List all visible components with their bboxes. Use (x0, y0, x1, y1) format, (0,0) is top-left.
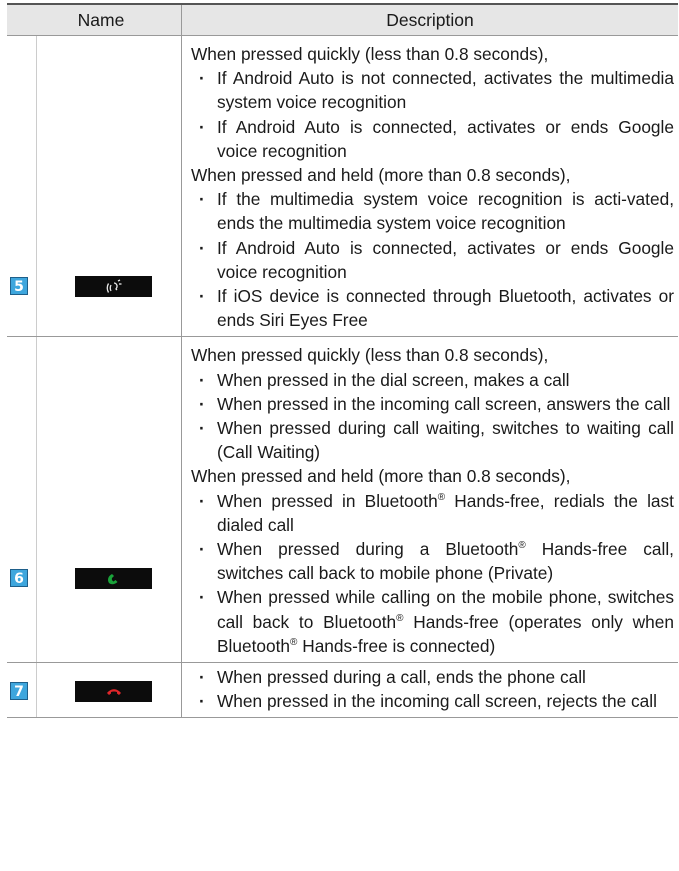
bullet-text: If Android Auto is connected, activates … (217, 116, 674, 161)
bullet-item: · If the multimedia system voice recognit… (191, 187, 678, 235)
table-header: Name Description (7, 5, 678, 36)
bullet-item: · If iOS device is connected through Blue… (191, 284, 678, 332)
button-image-cell (36, 663, 182, 718)
bullet-text: When pressed during call waiting, switch… (217, 418, 674, 463)
call-answer-button-image (75, 568, 152, 590)
number-cell: 5 (7, 36, 36, 336)
header-name: Name (7, 5, 182, 35)
bullet-item: · If Android Auto is not connected, activ… (191, 66, 678, 114)
bullet-item: · When pressed in Bluetooth® Hands-free, … (191, 489, 678, 537)
bullet-item: · When pressed in the incoming call scree… (191, 392, 678, 416)
bullet-text: If Android Auto is connected, activates … (217, 237, 674, 282)
bullet-text: When pressed in the incoming call screen… (217, 393, 671, 414)
voice-recognition-button-image (75, 276, 152, 297)
item-number-badge: 5 (10, 277, 28, 295)
bullet-text: If iOS device is connected through Bluet… (217, 286, 674, 331)
table-row: 6 When pressed quickly (less than 0.8 sec… (7, 337, 678, 664)
bullet-text: If the multimedia system voice recogniti… (217, 189, 674, 234)
bullet-item: · When pressed during a call, ends the ph… (191, 665, 678, 689)
bullet-text: When pressed in the dial screen, makes a… (217, 369, 570, 390)
item-number-badge: 7 (10, 682, 28, 701)
item-number-badge: 6 (10, 569, 28, 588)
bullet-item: · If Android Auto is connected, activates… (191, 236, 678, 284)
call-end-icon (106, 686, 122, 698)
bullet-item: · When pressed during a Bluetooth® Hands-… (191, 537, 678, 585)
description-cell: When pressed quickly (less than 0.8 seco… (182, 36, 678, 336)
voice-recognition-icon (105, 278, 123, 295)
button-image-cell (36, 36, 182, 337)
bullet-text: When pressed while calling on the mobile… (217, 587, 674, 656)
steering-controls-table: Name Description 5 When pressed quickly (… (7, 3, 678, 719)
table-row: 7 · When pressed during a call, ends the p… (7, 663, 678, 719)
table-row: 5 When pressed quickly (less than 0.8 sec… (7, 36, 678, 338)
press-condition-text: When pressed quickly (less than 0.8 seco… (191, 44, 549, 64)
bullet-item: · When pressed during call waiting, switc… (191, 416, 678, 464)
number-cell: 7 (7, 663, 36, 717)
description-cell: When pressed quickly (less than 0.8 seco… (182, 337, 678, 662)
description-cell: · When pressed during a call, ends the ph… (182, 663, 678, 717)
bullet-text: When pressed in Bluetooth® Hands-free, r… (217, 490, 674, 535)
bullet-item: · When pressed in the incoming call scree… (191, 689, 678, 713)
call-end-button-image (75, 681, 152, 703)
bullet-item: · If Android Auto is connected, activates… (191, 115, 678, 163)
number-cell: 6 (7, 337, 36, 662)
bullet-text: When pressed during a Bluetooth® Hands-f… (217, 539, 674, 584)
press-condition-text: When pressed quickly (less than 0.8 seco… (191, 345, 549, 366)
call-answer-icon (106, 572, 122, 586)
bullet-text: If Android Auto is not connected, activa… (217, 68, 674, 113)
press-condition-text: When pressed and held (more than 0.8 sec… (191, 165, 571, 186)
press-condition-text: When pressed and held (more than 0.8 sec… (191, 466, 571, 487)
bullet-text: When pressed in the incoming call screen… (217, 691, 657, 712)
bullet-item: · When pressed in the dial screen, makes … (191, 368, 678, 392)
bullet-item: · When pressed while calling on the mobil… (191, 585, 678, 658)
button-image-cell (36, 337, 182, 663)
bullet-text: When pressed during a call, ends the pho… (217, 667, 586, 688)
header-description: Description (386, 9, 474, 30)
